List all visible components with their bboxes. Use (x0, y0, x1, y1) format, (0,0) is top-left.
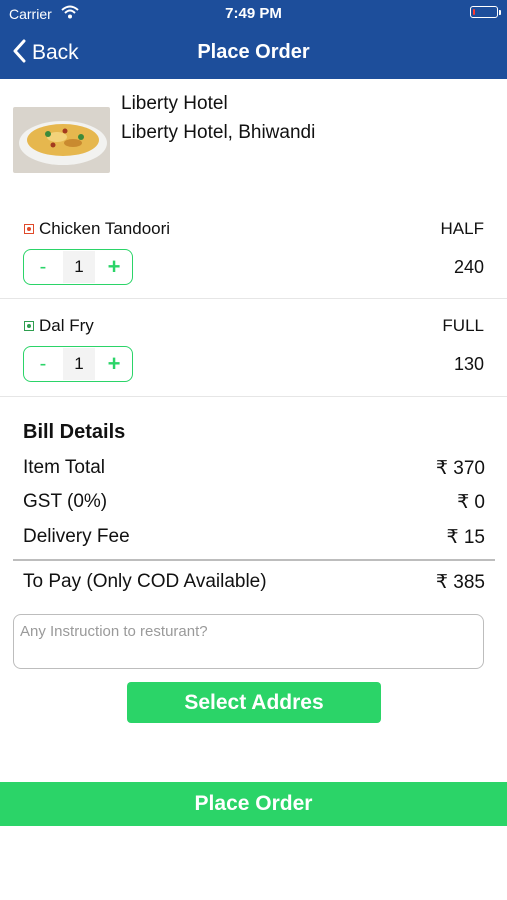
status-bar: Carrier 7:49 PM (0, 0, 507, 28)
decrease-quantity-button[interactable]: - (32, 350, 54, 378)
item-divider (0, 396, 507, 397)
item-price: 240 (453, 257, 484, 277)
battery-icon (470, 6, 501, 18)
quantity-value: 1 (63, 348, 95, 380)
item-total-label: Item Total (23, 457, 106, 478)
clock: 7:49 PM (225, 5, 282, 22)
non-veg-icon (24, 224, 34, 234)
hotel-address: Liberty Hotel, Bhiwandi (121, 122, 316, 143)
navigation-bar: Back Place Order (0, 28, 507, 79)
item-price: 130 (453, 354, 484, 374)
item-portion: FULL (442, 316, 484, 335)
increase-quantity-button[interactable]: + (103, 253, 125, 281)
item-portion: HALF (440, 219, 484, 238)
item-total-value: ₹ 370 (435, 458, 485, 479)
item-name: Chicken Tandoori (39, 219, 171, 238)
battery-nub (499, 10, 501, 15)
bill-details-heading: Bill Details (23, 421, 126, 443)
delivery-fee-value: ₹ 15 (446, 527, 485, 548)
gst-value: ₹ 0 (457, 492, 485, 513)
veg-icon (24, 321, 34, 331)
item-name: Dal Fry (39, 316, 94, 335)
to-pay-value: ₹ 385 (435, 572, 485, 593)
select-address-button[interactable]: Select Addres (127, 682, 381, 723)
cart-item: Chicken Tandoori HALF - 1 + 240 (0, 201, 507, 299)
bill-divider (13, 559, 495, 561)
hotel-food-image (13, 107, 110, 173)
battery-level (473, 9, 475, 15)
cart-item: Dal Fry FULL - 1 + 130 (0, 299, 507, 397)
decrease-quantity-button[interactable]: - (32, 253, 54, 281)
quantity-stepper: - 1 + (23, 249, 133, 285)
place-order-button[interactable]: Place Order (0, 782, 507, 826)
quantity-stepper: - 1 + (23, 346, 133, 382)
quantity-value: 1 (63, 251, 95, 283)
instruction-input[interactable] (13, 614, 484, 669)
gst-label: GST (0%) (23, 491, 108, 512)
delivery-fee-label: Delivery Fee (23, 526, 130, 547)
page-title: Place Order (197, 41, 310, 63)
hotel-name: Liberty Hotel (121, 93, 228, 114)
to-pay-label: To Pay (Only COD Available) (23, 571, 267, 592)
increase-quantity-button[interactable]: + (103, 350, 125, 378)
